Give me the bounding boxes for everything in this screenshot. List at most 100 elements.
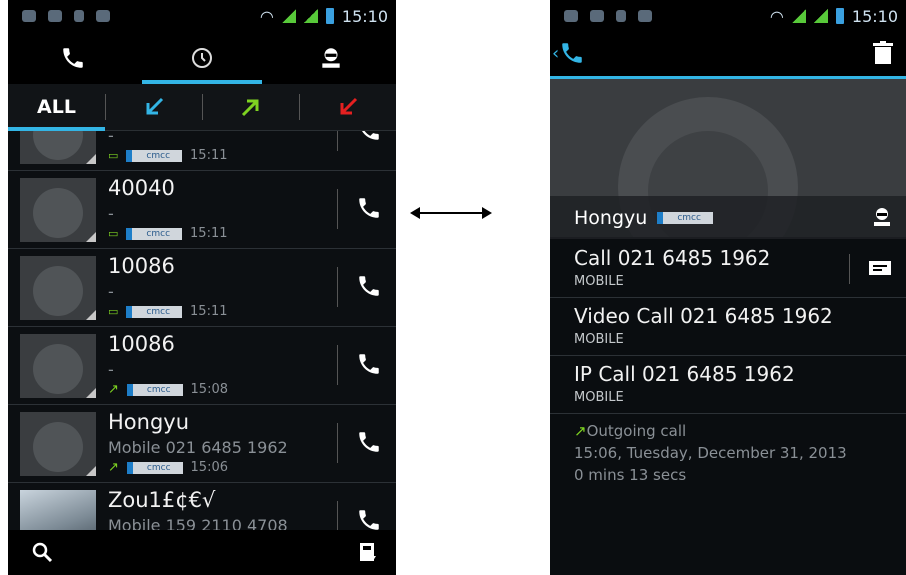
call-number-type: Mobile 159 2110 4708 xyxy=(108,516,288,530)
clock: 15:10 xyxy=(341,6,388,26)
call-log-row[interactable]: - ▭ cmcc 15:11 xyxy=(8,131,396,171)
message-icon xyxy=(48,10,62,22)
tab-contacts[interactable] xyxy=(267,32,396,84)
contact-icon xyxy=(322,48,340,68)
usb-icon xyxy=(74,10,84,22)
filter-incoming[interactable] xyxy=(105,84,202,130)
filter-tabs: ALL xyxy=(8,84,396,131)
call-direction: Outgoing call xyxy=(586,422,687,440)
call-button-icon[interactable] xyxy=(356,351,382,377)
call-time: 15:11 xyxy=(190,304,228,319)
call-button-icon[interactable] xyxy=(356,273,382,299)
filter-all[interactable]: ALL xyxy=(8,84,105,131)
debug-icon xyxy=(96,10,110,22)
search-icon[interactable] xyxy=(30,540,54,564)
message-icon: ▭ xyxy=(108,227,119,240)
call-history: ↗Outgoing call 15:06, Tuesday, December … xyxy=(574,420,906,486)
call-number-type: Mobile 021 6485 1962 xyxy=(108,438,288,457)
avatar xyxy=(20,131,96,164)
double-arrow-icon xyxy=(410,207,492,219)
sim-badge: cmcc xyxy=(657,212,713,224)
phone-app-icon xyxy=(562,43,582,63)
status-bar: ◠ 15:10 xyxy=(550,0,906,32)
contact-photo xyxy=(20,490,96,530)
battery-icon xyxy=(325,8,334,24)
missed-call-icon xyxy=(340,97,357,115)
call-time: 15:06 xyxy=(190,460,228,475)
sim-badge: cmcc xyxy=(126,227,183,240)
call-button-icon[interactable] xyxy=(356,507,382,530)
notification-icon xyxy=(22,10,36,22)
wifi-icon: ◠ xyxy=(259,6,274,26)
tab-call-log[interactable] xyxy=(137,32,266,84)
ip-call-label: IP Call 021 6485 1962 xyxy=(574,362,795,386)
battery-icon xyxy=(835,8,844,24)
signal-icon xyxy=(303,9,318,23)
avatar xyxy=(20,178,96,242)
call-time: 15:11 xyxy=(190,226,228,241)
back-chevron-icon: ‹ xyxy=(552,42,560,64)
call-log-row[interactable]: Hongyu Mobile 021 6485 1962 ↗ cmcc 15:06 xyxy=(8,405,396,483)
outgoing-call-icon: ↗ xyxy=(108,460,119,475)
caller-name: 10086 xyxy=(108,332,175,356)
call-time: 15:11 xyxy=(190,148,228,163)
back-button[interactable]: ‹ xyxy=(552,40,585,66)
call-button-icon[interactable] xyxy=(356,429,382,455)
menu-icon[interactable] xyxy=(356,540,380,564)
call-number-type: - xyxy=(108,360,114,379)
avatar xyxy=(20,412,96,476)
filter-outgoing[interactable] xyxy=(202,84,299,130)
sim-badge: cmcc xyxy=(126,383,183,396)
action-bar: ‹ xyxy=(550,32,906,79)
call-number-type: - xyxy=(108,131,114,145)
call-datetime: 15:06, Tuesday, December 31, 2013 xyxy=(574,444,847,462)
message-icon xyxy=(590,10,604,22)
call-log-row[interactable]: 10086 - ↗ cmcc 15:08 xyxy=(8,327,396,405)
contact-name-bar: Hongyu cmcc xyxy=(550,196,906,239)
caller-name: Hongyu xyxy=(108,410,190,434)
debug-icon xyxy=(638,10,652,22)
signal-icon xyxy=(281,9,296,23)
call-action-label: Call 021 6485 1962 xyxy=(574,246,771,270)
call-button-icon[interactable] xyxy=(356,131,382,143)
video-call-action-row[interactable]: Video Call 021 6485 1962 MOBILE xyxy=(550,298,906,356)
wifi-icon: ◠ xyxy=(769,6,784,26)
call-list: - ▭ cmcc 15:11 40040 - ▭ cmcc 15:11 1008… xyxy=(8,131,396,530)
number-type: MOBILE xyxy=(574,274,624,289)
contact-icon[interactable] xyxy=(870,205,894,229)
number-type: MOBILE xyxy=(574,390,624,405)
filter-all-label: ALL xyxy=(37,96,76,118)
signal-icon xyxy=(813,9,828,23)
usb-icon xyxy=(616,10,626,22)
sim-badge: cmcc xyxy=(126,461,183,474)
call-log-row[interactable]: Zou1£¢€√ Mobile 159 2110 4708 xyxy=(8,483,396,530)
ip-call-action-row[interactable]: IP Call 021 6485 1962 MOBILE xyxy=(550,356,906,414)
call-action-row[interactable]: Call 021 6485 1962 MOBILE xyxy=(550,240,906,298)
outgoing-call-icon xyxy=(241,99,258,117)
message-icon[interactable] xyxy=(868,258,892,278)
caller-name: 40040 xyxy=(108,176,175,200)
call-detail-screen: ◠ 15:10 ‹ Hongyu cmcc Call 021 6485 1962… xyxy=(550,0,906,575)
clock-icon xyxy=(191,48,212,68)
call-button-icon[interactable] xyxy=(356,195,382,221)
clock: 15:10 xyxy=(851,6,898,26)
signal-icon xyxy=(791,9,806,23)
message-icon: ▭ xyxy=(108,149,119,162)
call-number-type: - xyxy=(108,282,114,301)
bottom-bar xyxy=(8,530,396,575)
tab-dialer[interactable] xyxy=(8,32,137,84)
avatar xyxy=(20,256,96,320)
contact-name: Hongyu xyxy=(574,207,648,229)
sim-badge: cmcc xyxy=(126,149,183,162)
status-bar: ◠ 15:10 xyxy=(8,0,396,32)
call-number-type: - xyxy=(108,204,114,223)
call-log-row[interactable]: 40040 - ▭ cmcc 15:11 xyxy=(8,171,396,249)
main-tabs xyxy=(8,32,396,84)
delete-icon[interactable] xyxy=(872,41,894,65)
call-time: 15:08 xyxy=(190,382,228,397)
call-log-screen: ◠ 15:10 ALL - ▭ cmcc 15:11 40040 - ▭ cmc… xyxy=(8,0,396,575)
sim-badge: cmcc xyxy=(126,305,183,318)
filter-missed[interactable] xyxy=(299,84,396,130)
phone-icon xyxy=(62,48,83,68)
call-log-row[interactable]: 10086 - ▭ cmcc 15:11 xyxy=(8,249,396,327)
